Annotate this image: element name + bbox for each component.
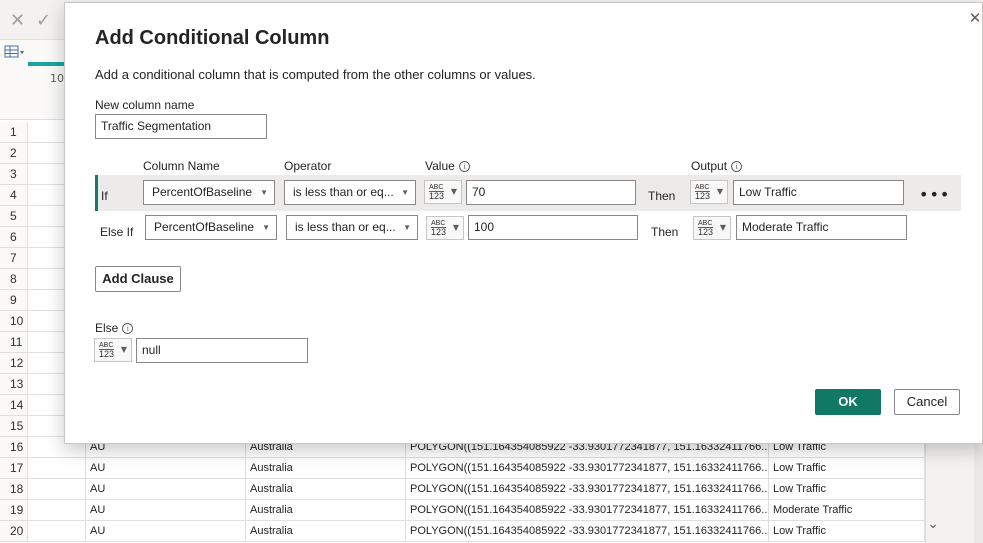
segment-cell[interactable]: Moderate Traffic xyxy=(769,500,925,520)
table-row: 18 AU Australia POLYGON((151.164354085922 -… xyxy=(0,479,925,500)
close-icon[interactable]: ✕ xyxy=(10,10,25,31)
geometry-cell[interactable]: POLYGON((151.164354085922 -33.9301772341… xyxy=(406,500,769,520)
cancel-button[interactable]: Cancel xyxy=(894,389,960,415)
country-cell[interactable]: AU xyxy=(86,479,246,499)
info-icon[interactable]: i xyxy=(731,161,743,173)
if-value-input[interactable]: 70 xyxy=(466,180,636,205)
info-icon[interactable]: i xyxy=(458,161,470,173)
else-if-operator-dropdown[interactable]: is less than or eq... ▼ xyxy=(286,215,418,240)
row-number: 8 xyxy=(0,269,28,289)
chevron-down-icon: ▼ xyxy=(262,223,270,232)
chevron-down-icon: ▼ xyxy=(401,188,409,197)
row-number: 2 xyxy=(0,143,28,163)
if-output-input[interactable]: Low Traffic xyxy=(733,180,904,205)
row-number: 7 xyxy=(0,248,28,268)
else-type-button[interactable]: ABC 123 ▼ xyxy=(94,338,132,362)
column-hint: 10 xyxy=(50,72,64,85)
if-operator-dropdown[interactable]: is less than or eq... ▼ xyxy=(284,180,416,205)
name-cell[interactable]: Australia xyxy=(246,479,406,499)
segment-cell[interactable]: Low Traffic xyxy=(769,521,925,541)
name-cell[interactable]: Australia xyxy=(246,458,406,478)
value-header: Value i xyxy=(425,159,470,173)
country-cell[interactable]: AU xyxy=(86,500,246,520)
column-quality-bar xyxy=(28,62,68,66)
name-cell[interactable]: Australia xyxy=(246,521,406,541)
operator-header: Operator xyxy=(284,159,332,173)
row-number: 1 xyxy=(0,122,28,142)
chevron-down-icon: ▼ xyxy=(260,188,268,197)
row-number: 18 xyxy=(0,479,28,499)
close-icon[interactable]: ✕ xyxy=(967,9,983,27)
if-output-type-button[interactable]: ABC 123 ▼ xyxy=(690,180,728,204)
output-header: Output i xyxy=(691,159,743,173)
row-number: 6 xyxy=(0,227,28,247)
segment-cell[interactable]: Low Traffic xyxy=(769,458,925,478)
country-cell[interactable]: AU xyxy=(86,458,246,478)
ok-button[interactable]: OK xyxy=(815,389,881,415)
chevron-down-icon[interactable]: ⌄ xyxy=(924,516,942,538)
if-value-type-button[interactable]: ABC 123 ▼ xyxy=(424,180,462,204)
new-column-name-input[interactable]: Traffic Segmentation xyxy=(95,114,267,139)
geometry-cell[interactable]: POLYGON((151.164354085922 -33.9301772341… xyxy=(406,479,769,499)
table-row: 19 AU Australia POLYGON((151.164354085922 -… xyxy=(0,500,925,521)
table-menu-icon[interactable] xyxy=(4,44,26,60)
then-label: Then xyxy=(651,225,679,239)
geometry-cell[interactable]: POLYGON((151.164354085922 -33.9301772341… xyxy=(406,521,769,541)
add-conditional-column-dialog: ✕ Add Conditional Column Add a condition… xyxy=(64,2,983,444)
else-if-value-type-button[interactable]: ABC 123 ▼ xyxy=(426,216,464,240)
name-cell[interactable]: Australia xyxy=(246,500,406,520)
dialog-title: Add Conditional Column xyxy=(95,27,330,49)
row-number: 12 xyxy=(0,353,28,373)
row-number: 3 xyxy=(0,164,28,184)
row-number: 19 xyxy=(0,500,28,520)
else-if-column-dropdown[interactable]: PercentOfBaseline ▼ xyxy=(145,215,277,240)
info-icon[interactable]: i xyxy=(122,323,134,335)
if-label: If xyxy=(101,189,108,203)
then-label: Then xyxy=(648,189,676,203)
row-number: 17 xyxy=(0,458,28,478)
add-clause-button[interactable]: Add Clause xyxy=(95,266,181,292)
table-row: 20 AU Australia POLYGON((151.164354085922 -… xyxy=(0,521,925,542)
row-number: 14 xyxy=(0,395,28,415)
more-options-icon[interactable]: ••• xyxy=(919,185,950,204)
if-column-dropdown[interactable]: PercentOfBaseline ▼ xyxy=(143,180,275,205)
new-column-label: New column name xyxy=(95,98,195,112)
row-number: 10 xyxy=(0,311,28,331)
country-cell[interactable]: AU xyxy=(86,521,246,541)
else-if-value-input[interactable]: 100 xyxy=(468,215,638,240)
row-number: 15 xyxy=(0,416,28,436)
else-label: Else i xyxy=(95,321,134,335)
row-number: 13 xyxy=(0,374,28,394)
row-number: 5 xyxy=(0,206,28,226)
else-value-input[interactable]: null xyxy=(136,338,308,363)
table-row: 17 AU Australia POLYGON((151.164354085922 -… xyxy=(0,458,925,479)
else-if-output-type-button[interactable]: ABC 123 ▼ xyxy=(693,216,731,240)
geometry-cell[interactable]: POLYGON((151.164354085922 -33.9301772341… xyxy=(406,458,769,478)
row-number: 11 xyxy=(0,332,28,352)
check-icon[interactable]: ✓ xyxy=(36,10,51,31)
row-number: 4 xyxy=(0,185,28,205)
else-if-output-input[interactable]: Moderate Traffic xyxy=(736,215,907,240)
chevron-down-icon: ▼ xyxy=(403,223,411,232)
else-if-label: Else If xyxy=(100,225,134,239)
row-number: 9 xyxy=(0,290,28,310)
column-name-header: Column Name xyxy=(143,159,220,173)
segment-cell[interactable]: Low Traffic xyxy=(769,479,925,499)
dialog-description: Add a conditional column that is compute… xyxy=(95,67,536,82)
row-number: 20 xyxy=(0,521,28,541)
row-number: 16 xyxy=(0,437,28,457)
